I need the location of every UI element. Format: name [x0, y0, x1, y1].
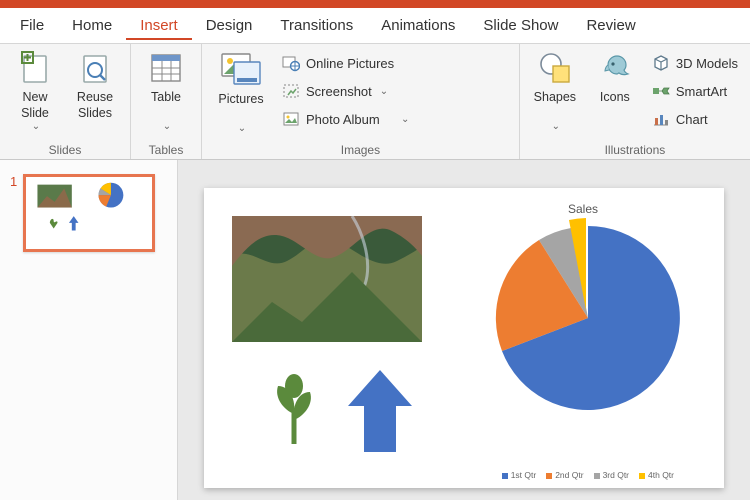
pictures-label: Pictures: [218, 92, 263, 108]
pictures-button[interactable]: Pictures ⌄: [210, 48, 272, 136]
legend-q1: 1st Qtr: [502, 470, 537, 480]
chart-icon: [652, 110, 670, 128]
thumbnail-number: 1: [10, 174, 17, 189]
photo-album-icon: [282, 110, 300, 128]
table-label: Table: [151, 90, 181, 106]
new-slide-label: New Slide: [8, 90, 62, 121]
chart-button[interactable]: Chart: [648, 106, 742, 132]
tab-transitions[interactable]: Transitions: [266, 11, 367, 40]
icons-button[interactable]: Icons: [588, 48, 642, 136]
tab-design[interactable]: Design: [192, 11, 267, 40]
tab-file[interactable]: File: [6, 11, 58, 40]
tab-animations[interactable]: Animations: [367, 11, 469, 40]
smartart-button[interactable]: SmartArt: [648, 78, 742, 104]
icons-icon: [597, 50, 633, 86]
screenshot-button[interactable]: Screenshot ⌄: [278, 78, 413, 104]
group-label-images: Images: [210, 141, 511, 157]
3d-models-button[interactable]: 3D Models: [648, 50, 742, 76]
caret-icon: ⌄: [401, 114, 409, 125]
workspace: 1 Sales: [0, 160, 750, 500]
pie-chart[interactable]: [488, 218, 688, 418]
tab-insert[interactable]: Insert: [126, 11, 192, 40]
group-slides: New Slide⌄ Reuse Slides Slides: [0, 44, 131, 159]
photo-album-button[interactable]: Photo Album ⌄: [278, 106, 413, 132]
smartart-icon: [652, 82, 670, 100]
title-bar: [0, 0, 750, 8]
group-illustrations: Shapes ⌄ Icons 3D Models SmartArt Chart: [520, 44, 750, 159]
plant-icon[interactable]: [266, 374, 322, 444]
group-tables: Table ⌄ Tables: [131, 44, 202, 159]
caret-icon: ⌄: [238, 123, 246, 136]
screenshot-label: Screenshot: [306, 84, 372, 99]
tab-slideshow[interactable]: Slide Show: [469, 11, 572, 40]
group-label-slides: Slides: [8, 141, 122, 157]
screenshot-icon: [282, 82, 300, 100]
slide-editor[interactable]: Sales 1st Qtr 2nd Qtr 3rd Qtr 4th Q: [178, 160, 750, 500]
slide-canvas[interactable]: Sales 1st Qtr 2nd Qtr 3rd Qtr 4th Q: [204, 188, 724, 488]
caret-icon: ⌄: [32, 121, 40, 134]
thumbnail-item[interactable]: 1: [10, 174, 167, 252]
legend-q2: 2nd Qtr: [546, 470, 583, 480]
caret-icon: ⌄: [552, 121, 560, 134]
online-pictures-button[interactable]: Online Pictures: [278, 50, 413, 76]
tab-review[interactable]: Review: [572, 11, 649, 40]
ribbon-tabs: File Home Insert Design Transitions Anim…: [0, 8, 750, 44]
ribbon: New Slide⌄ Reuse Slides Slides Table⌄ Ta…: [0, 44, 750, 160]
cube-icon: [652, 54, 670, 72]
new-slide-button[interactable]: New Slide⌄: [8, 48, 62, 136]
smartart-label: SmartArt: [676, 84, 727, 99]
arrow-up-shape[interactable]: [344, 366, 416, 456]
table-icon: [148, 50, 184, 86]
group-label-tables: Tables: [139, 141, 193, 157]
shapes-label: Shapes: [534, 90, 576, 106]
thumbnail-slide[interactable]: [23, 174, 155, 252]
legend-q4: 4th Qtr: [639, 470, 674, 480]
pictures-icon: [220, 50, 262, 88]
photo-album-label: Photo Album: [306, 112, 380, 127]
thumbnail-panel[interactable]: 1: [0, 160, 178, 500]
icons-label: Icons: [600, 90, 630, 106]
inserted-picture[interactable]: [232, 216, 422, 342]
new-slide-icon: [17, 50, 53, 86]
table-button[interactable]: Table ⌄: [139, 48, 193, 136]
caret-icon: ⌄: [380, 86, 388, 97]
3d-models-label: 3D Models: [676, 56, 738, 71]
chart-legend: 1st Qtr 2nd Qtr 3rd Qtr 4th Qtr: [502, 470, 674, 480]
group-images: Pictures ⌄ Online Pictures Screenshot ⌄ Ph…: [202, 44, 520, 159]
reuse-slides-icon: [77, 50, 113, 86]
shapes-button[interactable]: Shapes ⌄: [528, 48, 582, 136]
group-label-illustrations: Illustrations: [528, 141, 742, 157]
caret-icon: ⌄: [163, 121, 171, 134]
reuse-slides-label: Reuse Slides: [68, 90, 122, 121]
chart-title: Sales: [568, 202, 598, 216]
online-pictures-icon: [282, 54, 300, 72]
chart-label: Chart: [676, 112, 708, 127]
legend-q3: 3rd Qtr: [594, 470, 629, 480]
tab-home[interactable]: Home: [58, 11, 126, 40]
reuse-slides-button[interactable]: Reuse Slides: [68, 48, 122, 136]
online-pictures-label: Online Pictures: [306, 56, 394, 71]
shapes-icon: [537, 50, 573, 86]
